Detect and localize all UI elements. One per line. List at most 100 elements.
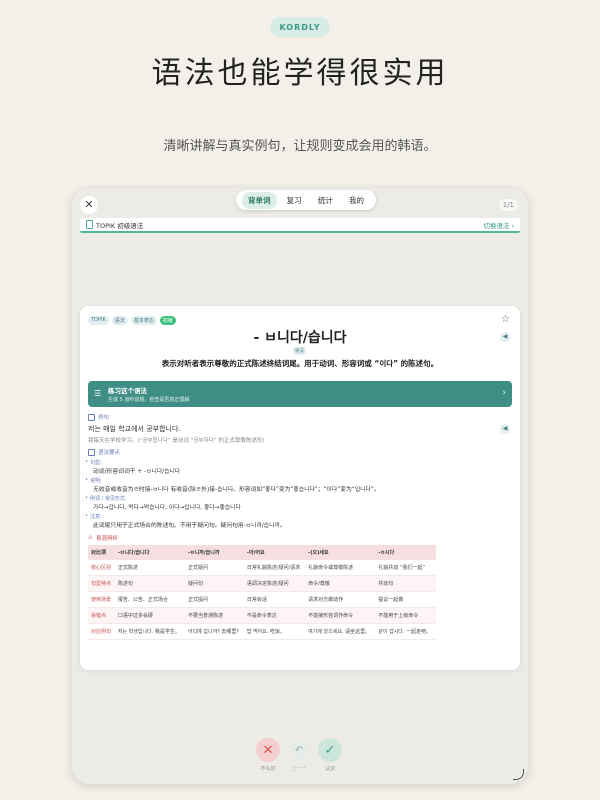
table-cell: 请求对方做动作 bbox=[305, 591, 376, 608]
tab-stats[interactable]: 统计 bbox=[312, 192, 339, 209]
table-cell: 陈述句 bbox=[114, 575, 185, 592]
forget-label: 不认识 bbox=[260, 766, 276, 772]
close-icon[interactable]: ✕ bbox=[80, 196, 98, 214]
close-icon: ✕ bbox=[262, 742, 274, 758]
compare-heading: ⚠ 易混辨析 bbox=[88, 535, 118, 542]
know-button[interactable]: ✓ bbox=[318, 738, 342, 762]
practice-subtitle: 生成 5 道听说题，检查是否真正理解 bbox=[108, 397, 190, 403]
document-icon bbox=[86, 220, 93, 229]
star-icon[interactable]: ☆ bbox=[501, 314, 510, 325]
point-label: 说明: bbox=[85, 477, 102, 484]
grammar-card: TOPIK 语法 基本表达 初级 ☆ ◀ - ㅂ니다/습니다 语法 表示对听者表… bbox=[80, 306, 520, 670]
table-cell: 正式提问 bbox=[184, 591, 244, 608]
note-icon bbox=[88, 448, 95, 456]
table-row: 对应例句 저는 학생입니다. 我是学生。 어디에 갑니까? 去哪里? 밥 먹어요… bbox=[88, 623, 436, 640]
row-header: 句型特点 bbox=[88, 575, 115, 592]
undo-label: 上一个 bbox=[291, 766, 307, 772]
table-row: 核心区别 正式陈述 正式疑问 日常礼貌陈述/疑问/请求 礼貌命令或尊敬陈述 礼貌… bbox=[88, 560, 436, 576]
example-translation: 我每天在学校学习。(“공부합니다” 是动词 “공부하다” 的正式尊敬陈述形) bbox=[88, 438, 265, 444]
table-row: 句型特点 陈述句 疑问句 语调决定陈述/疑问 命令/尊敬 共动句 bbox=[88, 575, 436, 592]
column-header: -(으)세요 bbox=[305, 545, 376, 560]
table-cell: 正式陈述 bbox=[114, 560, 185, 576]
table-cell: 不能接形容词作命令 bbox=[305, 607, 376, 624]
tab-review[interactable]: 复习 bbox=[281, 192, 308, 209]
practice-title: 练习这个语法 bbox=[108, 387, 147, 395]
practice-button[interactable]: ☰ 练习这个语法 生成 5 道听说题，检查是否真正理解 › bbox=[88, 381, 512, 407]
tag-list: TOPIK 语法 基本表达 初级 bbox=[88, 316, 176, 325]
table-cell: 礼貌共动 “我们一起” bbox=[375, 560, 436, 576]
tag: 基本表达 bbox=[130, 316, 157, 325]
example-korean: 저는 매일 학교에서 공부합니다. bbox=[88, 425, 181, 433]
list-icon: ☰ bbox=[94, 389, 102, 398]
grammar-pill: 语法 bbox=[293, 347, 306, 355]
table-cell: 语调决定陈述/疑问 bbox=[243, 575, 306, 592]
point-text: 가다→갑니다, 먹다→먹습니다, 이다→입니다, 좋다→좋습니다 bbox=[93, 505, 241, 511]
grammar-description: 表示对听者表示尊敬的正式陈述终结词尾。用于动词、形容词或 “이다” 的陈述句。 bbox=[161, 359, 439, 368]
table-cell: 口语中过多会硬 bbox=[114, 607, 185, 624]
speaker-icon[interactable]: ◀ bbox=[500, 424, 510, 434]
tag: 语法 bbox=[111, 316, 128, 325]
table-cell: 여기에 앉으세요. 请坐这里。 bbox=[305, 623, 376, 640]
row-header: 使用场景 bbox=[88, 591, 115, 608]
row-header: 对应例句 bbox=[88, 623, 115, 640]
point-text: 动词/形容词词干 + -ㅂ니다/습니다 bbox=[93, 469, 181, 475]
tab-bar: 背单词 复习 统计 我的 bbox=[236, 190, 376, 210]
table-cell: 正式疑问 bbox=[184, 560, 244, 576]
forget-button[interactable]: ✕ bbox=[256, 738, 280, 762]
table-cell: 不能用于上级命令 bbox=[375, 607, 436, 624]
table-cell: 不是命令表达 bbox=[243, 607, 306, 624]
table-row: 使用场景 报告、公告、正式场合 正式提问 日常会话 请求对方做动作 提议一起做 bbox=[88, 591, 436, 608]
table-cell: 共动句 bbox=[375, 575, 436, 592]
column-header: -ㅂ니까/습니까 bbox=[184, 545, 244, 560]
example-heading: 例句 bbox=[88, 413, 109, 421]
know-label: 认识 bbox=[324, 766, 335, 772]
point-label: 注意: bbox=[85, 513, 102, 520]
table-cell: 报告、公告、正式场合 bbox=[114, 591, 185, 608]
tag: TOPIK bbox=[88, 316, 109, 325]
warning-icon: ⚠ bbox=[88, 535, 93, 541]
point-text: 无收音或收音为ㄹ时接-ㅂ니다 有收音(除ㄹ外)接-습니다。形容词如“좋다”变为“… bbox=[93, 487, 380, 493]
undo-button[interactable]: ↶ bbox=[290, 741, 308, 759]
headline: 语法也能学得很实用 bbox=[151, 56, 449, 91]
check-icon: ✓ bbox=[324, 742, 336, 758]
table-cell: 礼貌命令或尊敬陈述 bbox=[305, 560, 376, 576]
resize-corner bbox=[513, 769, 524, 780]
undo-icon: ↶ bbox=[294, 744, 304, 756]
point-label: 句型: bbox=[85, 459, 102, 466]
row-header: 易错点 bbox=[88, 607, 115, 624]
column-header: 对比项 bbox=[88, 545, 115, 560]
tab-me[interactable]: 我的 bbox=[343, 192, 370, 209]
brand-badge: KORDLY bbox=[270, 17, 330, 37]
table-cell: 밥 먹어요. 吃饭。 bbox=[243, 623, 306, 640]
chevron-right-icon: › bbox=[502, 388, 506, 398]
points-heading: 语法要点 bbox=[88, 448, 120, 456]
table-cell: 命令/尊敬 bbox=[305, 575, 376, 592]
grammar-title: - ㅂ니다/습니다 bbox=[253, 330, 347, 346]
table-cell: 같이 갑시다. 一起走吧。 bbox=[375, 623, 436, 640]
table-header-row: 对比项 -ㅂ니다/습니다 -ㅂ니까/습니까 -아/어요 -(으)세요 -ㅂ시다 bbox=[88, 545, 436, 560]
level-title: TOPIK 初级语法 bbox=[96, 221, 144, 230]
level-bar: TOPIK 初级语法 切换语法 › bbox=[80, 218, 520, 233]
subline: 清晰讲解与真实例句，让规则变成会用的韩语。 bbox=[163, 139, 437, 154]
table-cell: 疑问句 bbox=[184, 575, 244, 592]
table-cell: 日常礼貌陈述/疑问/请求 bbox=[243, 560, 306, 576]
table-cell: 저는 학생입니다. 我是学生。 bbox=[114, 623, 185, 640]
column-header: -ㅂ니다/습니다 bbox=[114, 545, 185, 560]
page-counter: 1/1 bbox=[498, 199, 518, 211]
table-cell: 提议一起做 bbox=[375, 591, 436, 608]
tab-vocab[interactable]: 背单词 bbox=[242, 191, 277, 209]
table-row: 易错点 口语中过多会硬 不要当普通陈述 不是命令表达 不能接形容词作命令 不能用… bbox=[88, 607, 436, 624]
tablet-screen: ✕ 背单词 复习 统计 我的 1/1 TOPIK 初级语法 切换语法 › TOP… bbox=[72, 188, 528, 784]
table-cell: 不要当普通陈述 bbox=[184, 607, 244, 624]
chat-icon bbox=[88, 413, 95, 421]
point-label: 例词 / 常见形式: bbox=[85, 495, 127, 502]
column-header: -ㅂ시다 bbox=[375, 545, 436, 560]
column-header: -아/어요 bbox=[243, 545, 306, 560]
table-cell: 어디에 갑니까? 去哪里? bbox=[184, 623, 244, 640]
point-text: 此词尾只用于正式场合的陈述句。不用于疑问句。疑问句用-ㅂ니까/습니까。 bbox=[93, 523, 286, 529]
switch-grammar-link[interactable]: 切换语法 › bbox=[483, 220, 514, 230]
table-cell: 日常会话 bbox=[243, 591, 306, 608]
level-tag: 初级 bbox=[159, 316, 176, 325]
comparison-table: 对比项 -ㅂ니다/습니다 -ㅂ니까/습니까 -아/어요 -(으)세요 -ㅂ시다 … bbox=[88, 545, 436, 640]
row-header: 核心区别 bbox=[88, 560, 115, 576]
